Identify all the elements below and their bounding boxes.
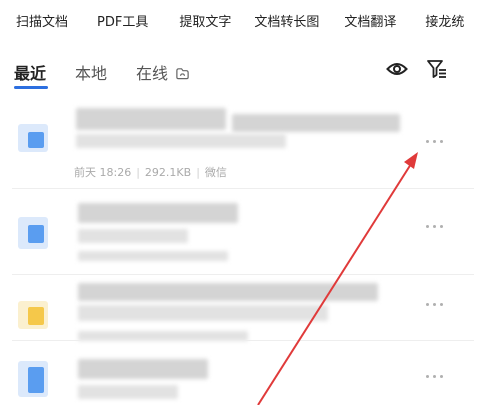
- tool-pdf-tools[interactable]: PDF工具: [68, 11, 148, 30]
- tab-online[interactable]: 在线: [136, 60, 190, 84]
- file-date: 前天 18:26: [74, 166, 132, 179]
- tool-doc-to-long-image[interactable]: 文档转长图: [231, 11, 319, 30]
- tab-online-label: 在线: [136, 64, 169, 83]
- more-icon[interactable]: [424, 224, 446, 230]
- list-item[interactable]: 前天 18:26 | 292.1KB | 微信: [0, 96, 488, 188]
- tool-relay-stats[interactable]: 接龙统: [396, 11, 464, 30]
- list-item[interactable]: [0, 189, 488, 274]
- blurred-file-name: [78, 203, 238, 223]
- blurred-file-name: [78, 283, 378, 301]
- file-meta: 前天 18:26 | 292.1KB | 微信: [74, 166, 227, 179]
- more-icon[interactable]: [424, 374, 446, 380]
- tool-doc-translate[interactable]: 文档翻译: [319, 11, 396, 30]
- blurred-file-name: [76, 108, 226, 130]
- cloud-folder-icon: [176, 68, 189, 80]
- tab-recent[interactable]: 最近: [14, 60, 46, 84]
- blurred-file-name: [78, 229, 188, 243]
- document-file-icon: [18, 361, 48, 397]
- file-source: 微信: [204, 166, 227, 179]
- tool-scan-document[interactable]: 扫描文档: [0, 11, 68, 30]
- tab-active-indicator: [14, 86, 48, 89]
- tool-extract-text[interactable]: 提取文字: [148, 11, 231, 30]
- more-icon[interactable]: [424, 139, 446, 145]
- document-file-icon: [18, 217, 48, 249]
- blurred-file-meta: [78, 251, 228, 261]
- document-file-icon: [18, 124, 48, 152]
- file-size: 292.1KB: [144, 166, 192, 179]
- folder-file-icon: [18, 301, 48, 329]
- blurred-file-name: [232, 114, 400, 132]
- list-item[interactable]: [0, 341, 488, 405]
- blurred-file-name: [78, 385, 178, 399]
- more-icon[interactable]: [424, 302, 446, 308]
- file-tabs: 最近 本地 在线: [0, 56, 488, 92]
- blurred-file-name: [78, 359, 208, 379]
- blurred-file-name: [76, 134, 286, 148]
- blurred-file-name: [78, 305, 328, 321]
- tab-local[interactable]: 本地: [75, 60, 107, 84]
- eye-icon[interactable]: [386, 61, 408, 77]
- tools-bar: 扫描文档 PDF工具 提取文字 文档转长图 文档翻译 接龙统: [0, 0, 488, 40]
- filter-icon[interactable]: [426, 59, 448, 79]
